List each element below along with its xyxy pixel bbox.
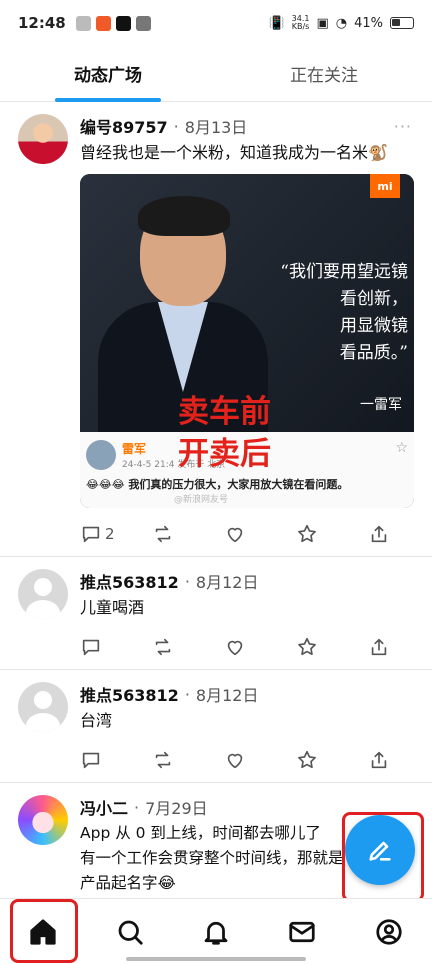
embedded-username: 雷军 — [122, 442, 147, 456]
post-date: 8月12日 — [195, 573, 259, 592]
post-date: 7月29日 — [145, 799, 208, 818]
post-text: 儿童喝酒 — [80, 598, 145, 617]
feed-list[interactable]: 编号89757 · 8月13日 ··· 曾经我也是一个米粉，知道我成为一名米🐒 … — [0, 102, 432, 898]
repost-icon — [155, 751, 171, 769]
repost-icon — [155, 638, 171, 656]
avatar[interactable] — [18, 114, 68, 164]
heart-icon — [227, 527, 243, 543]
share-icon — [371, 638, 387, 656]
image-overlay-bottom: 开卖后 — [178, 436, 271, 472]
post-date: 8月12日 — [195, 686, 259, 705]
repost-button[interactable] — [152, 749, 192, 771]
post-username[interactable]: 编号89757 — [80, 114, 168, 138]
separator: · — [184, 571, 190, 591]
comment-icon — [82, 752, 100, 769]
star-icon — [298, 750, 316, 769]
post-image[interactable]: mi “我们要用望远镜 看创新， 用显微镜 看品质。” 一雷军 卖车前 雷军 2… — [80, 174, 414, 508]
comment-icon — [82, 639, 100, 656]
share-icon — [371, 751, 387, 769]
post-item[interactable]: 推点563812 · 8月12日 台湾 — [0, 670, 432, 783]
profile-icon — [376, 918, 402, 945]
gesture-bar — [126, 957, 306, 961]
post-actions — [80, 625, 416, 669]
reply-button[interactable] — [80, 636, 120, 658]
post-actions — [80, 738, 416, 782]
battery-percent: 41% — [354, 15, 383, 31]
post-text: 曾经我也是一个米粉，知道我成为一名米🐒 — [80, 143, 388, 162]
embedded-star-icon: ☆ — [395, 440, 408, 456]
post-username[interactable]: 推点563812 — [80, 682, 179, 706]
nav-notifications[interactable] — [191, 907, 241, 957]
share-icon — [371, 525, 387, 543]
feed-tabs: 动态广场 正在关注 — [0, 46, 432, 102]
share-button[interactable] — [368, 749, 408, 771]
highlight-box — [10, 899, 78, 963]
like-button[interactable] — [224, 523, 264, 545]
status-time: 12:48 — [18, 14, 66, 32]
network-speed: 34.1 KB/s — [291, 14, 310, 31]
more-options-icon[interactable]: ··· — [394, 117, 416, 136]
separator: · — [173, 116, 179, 136]
status-app-icons — [75, 15, 151, 31]
app-notification-icon — [135, 15, 151, 31]
image-overlay-top: 卖车前 — [178, 394, 271, 430]
like-button[interactable] — [224, 636, 264, 658]
image-watermark: @新浪网友号 — [174, 495, 229, 505]
nav-profile[interactable] — [364, 907, 414, 957]
share-button[interactable] — [368, 523, 408, 545]
favorite-button[interactable] — [296, 749, 336, 771]
image-quote: “我们要用望远镜 看创新， 用显微镜 看品质。” — [280, 262, 408, 363]
repost-icon — [155, 525, 171, 543]
post-date: 8月13日 — [184, 118, 248, 137]
repost-button[interactable] — [152, 636, 192, 658]
favorite-button[interactable] — [296, 636, 336, 658]
favorite-button[interactable] — [296, 523, 336, 545]
post-text: 台湾 — [80, 711, 113, 730]
comment-count: 2 — [105, 525, 115, 543]
mail-icon — [289, 921, 315, 942]
embedded-text: 😂😂😂 我们真的压力很大，大家用放大镜在看问题。 — [86, 478, 349, 491]
heart-icon — [227, 753, 243, 769]
heart-icon — [227, 640, 243, 656]
xiaomi-logo: mi — [370, 174, 400, 198]
separator: · — [184, 684, 190, 704]
avatar[interactable] — [18, 569, 68, 619]
status-bar: 12:48 📳 34.1 KB/s ▣ ◔ 41% — [0, 0, 432, 46]
avatar[interactable] — [18, 682, 68, 732]
repost-button[interactable] — [152, 523, 192, 545]
nav-messages[interactable] — [277, 907, 327, 957]
share-button[interactable] — [368, 636, 408, 658]
image-quote-author: 一雷军 — [360, 397, 402, 413]
post-username[interactable]: 推点563812 — [80, 569, 179, 593]
wifi-icon: ◔ — [335, 15, 348, 31]
search-icon — [118, 920, 143, 945]
post-item[interactable]: 推点563812 · 8月12日 儿童喝酒 — [0, 557, 432, 670]
post-username[interactable]: 冯小二 — [80, 795, 128, 819]
star-icon — [298, 637, 316, 656]
star-icon — [298, 524, 316, 543]
separator: · — [134, 797, 140, 817]
tab-following[interactable]: 正在关注 — [216, 46, 432, 101]
like-button[interactable] — [224, 749, 264, 771]
tiktok-icon — [115, 15, 131, 31]
post-actions: 2 — [80, 512, 416, 556]
tab-square[interactable]: 动态广场 — [0, 46, 216, 102]
highlight-box — [342, 812, 424, 902]
reply-button[interactable]: 2 — [80, 523, 120, 545]
app-notification-icon — [75, 15, 91, 31]
app-notification-icon — [95, 15, 111, 31]
post-item[interactable]: 编号89757 · 8月13日 ··· 曾经我也是一个米粉，知道我成为一名米🐒 … — [0, 102, 432, 557]
embedded-avatar — [86, 440, 116, 470]
avatar[interactable] — [18, 795, 68, 845]
battery-icon — [390, 17, 414, 29]
reply-button[interactable] — [80, 749, 120, 771]
bell-icon — [204, 921, 228, 945]
sim-icon: ▣ — [316, 15, 329, 31]
comment-icon — [82, 526, 100, 543]
vibrate-icon: 📳 — [268, 15, 285, 31]
nav-search[interactable] — [105, 907, 155, 957]
